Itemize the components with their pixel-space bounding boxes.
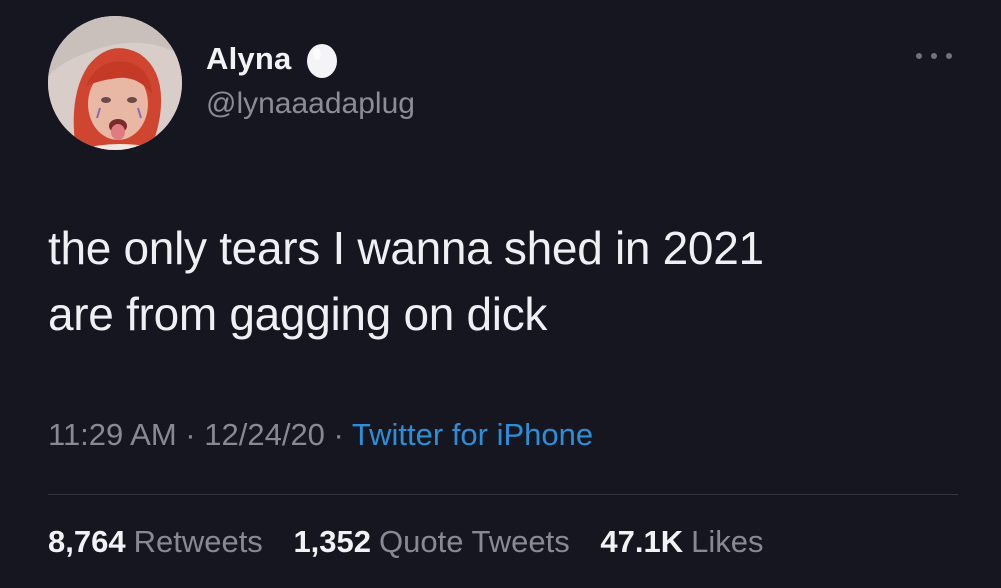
tweet-text-line: are from gagging on dick — [48, 288, 548, 340]
tweet-text: the only tears I wanna shed in 2021 are … — [48, 215, 968, 347]
retweets-stat[interactable]: 8,764 Retweets — [48, 524, 263, 559]
tweet-time[interactable]: 11:29 AM — [48, 417, 177, 452]
divider — [48, 494, 958, 495]
tweet-text-line: the only tears I wanna shed in 2021 — [48, 222, 764, 274]
meta-separator: · — [176, 417, 205, 452]
author-handle[interactable]: @lynaaadaplug — [206, 87, 415, 121]
avatar[interactable] — [48, 16, 182, 150]
egg-icon — [307, 44, 338, 78]
tweet-source-link[interactable]: Twitter for iPhone — [352, 417, 593, 452]
ellipsis-icon — [946, 53, 952, 59]
tweet-stats: 8,764 Retweets 1,352 Quote Tweets 47.1K Lik… — [48, 524, 785, 560]
tweet-date[interactable]: 12/24/20 — [204, 417, 325, 452]
tweet-card: Alyna @lynaaadaplug the only tears I wan… — [0, 0, 1001, 588]
likes-stat[interactable]: 47.1K Likes — [600, 524, 763, 559]
meta-separator: · — [324, 417, 352, 452]
tweet-meta: 11:29 AM · 12/24/20 · Twitter for iPhone — [48, 417, 593, 453]
ellipsis-icon — [916, 53, 922, 59]
likes-count: 47.1K — [600, 524, 684, 559]
quote-tweets-stat[interactable]: 1,352 Quote Tweets — [293, 524, 569, 559]
author-display-name[interactable]: Alyna — [206, 41, 291, 77]
likes-label: Likes — [691, 524, 764, 559]
retweets-label: Retweets — [133, 524, 263, 559]
retweets-count: 8,764 — [48, 524, 126, 559]
quote-tweets-label: Quote Tweets — [379, 524, 570, 559]
quote-tweets-count: 1,352 — [293, 524, 372, 559]
profile-photo-icon — [48, 16, 182, 150]
ellipsis-icon — [931, 53, 937, 59]
more-options-button[interactable] — [916, 46, 952, 66]
author-name-row: Alyna — [206, 40, 339, 78]
